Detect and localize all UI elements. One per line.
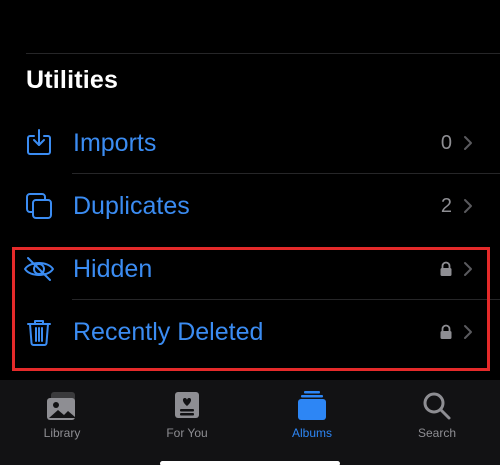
- row-label: Imports: [73, 129, 157, 157]
- tab-label: For You: [166, 426, 208, 440]
- top-divider: [26, 53, 500, 54]
- row-imports[interactable]: Imports 0: [0, 111, 500, 174]
- row-count: 0: [440, 132, 452, 154]
- home-indicator: [160, 461, 340, 465]
- chevron-right-icon: [463, 135, 473, 151]
- albums-icon: [295, 390, 329, 422]
- row-duplicates[interactable]: Duplicates 2: [0, 174, 500, 237]
- row-count: 2: [440, 195, 452, 217]
- search-icon: [420, 390, 454, 422]
- tab-for-you[interactable]: For You: [137, 390, 237, 450]
- tab-library[interactable]: Library: [12, 390, 112, 450]
- import-icon: [23, 127, 55, 159]
- tab-search[interactable]: Search: [387, 390, 487, 450]
- tab-label: Albums: [291, 426, 332, 440]
- highlight-annotation-box: [12, 247, 490, 371]
- chevron-right-icon: [463, 198, 473, 214]
- section-title: Utilities: [26, 66, 119, 94]
- for-you-icon: [170, 390, 204, 422]
- library-icon: [45, 390, 79, 422]
- tab-bar: Library For You Albums Search: [0, 380, 500, 465]
- row-label: Duplicates: [73, 192, 190, 220]
- duplicates-icon: [23, 190, 55, 222]
- tab-albums[interactable]: Albums: [262, 390, 362, 450]
- tab-label: Library: [43, 426, 81, 440]
- tab-label: Search: [417, 426, 457, 440]
- albums-screen: Utilities Imports 0 Duplicates 2 Hidden …: [0, 0, 500, 465]
